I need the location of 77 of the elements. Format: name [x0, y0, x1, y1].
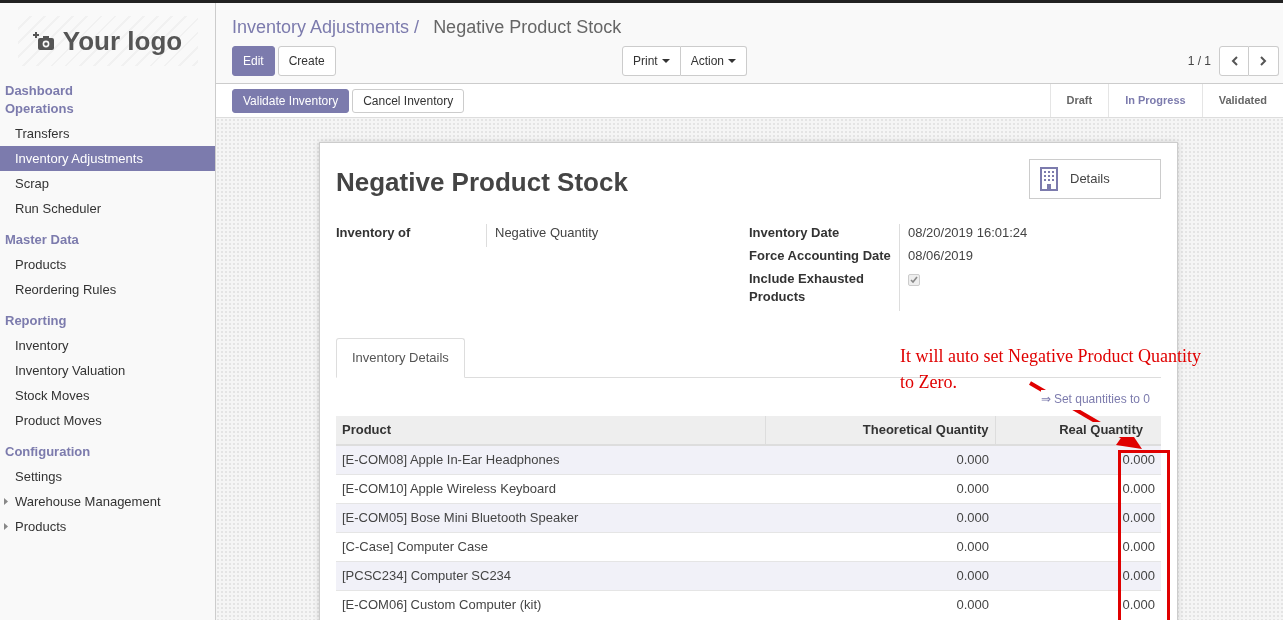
menu-section-header[interactable]: Operations	[0, 100, 215, 118]
table-cell: [E-COM06] Custom Computer (kit)	[336, 590, 765, 619]
menu-item[interactable]: Reordering Rules	[0, 277, 215, 302]
primary-button[interactable]: Validate Inventory	[232, 88, 350, 113]
details-button[interactable]: Details	[1029, 159, 1161, 199]
menu-item[interactable]: Inventory Adjustments	[0, 146, 215, 171]
dropdown-button[interactable]: Action	[680, 46, 748, 76]
breadcrumb-link[interactable]: Inventory Adjustments /	[232, 15, 420, 39]
status-stage[interactable]: Draft	[1049, 84, 1109, 117]
menu-item[interactable]: Transfers	[0, 121, 215, 146]
caret-icon	[661, 59, 670, 63]
table-row[interactable]: [C-Case] Computer Case 0.000 0.000	[336, 532, 1161, 561]
pager-counter: 1 / 1	[1187, 53, 1211, 70]
breadcrumb-current: Negative Product Stock	[433, 16, 622, 39]
table-cell: [E-COM10] Apple Wireless Keyboard	[336, 474, 765, 503]
table-cell: [PCSC234] Computer SC234	[336, 561, 765, 590]
table-cell: 0.000	[995, 503, 1161, 532]
table-cell: 0.000	[765, 474, 995, 503]
chevron-right-icon	[1260, 56, 1267, 66]
caret-icon	[4, 523, 8, 530]
menu-folder[interactable]: Warehouse Management	[0, 489, 215, 514]
field-value: 08/20/2019 16:01:24	[908, 225, 1028, 240]
table-cell: [E-COM05] Bose Mini Bluetooth Speaker	[336, 503, 765, 532]
menu-section-header[interactable]: Dashboard	[0, 82, 215, 100]
primary-button[interactable]: Edit	[232, 46, 275, 76]
set-quantities-link[interactable]: ⇒ Set quantities to 0	[1040, 390, 1150, 410]
table-cell: 0.000	[995, 561, 1161, 590]
menu-item[interactable]: Scrap	[0, 171, 215, 196]
column-header[interactable]: Theoretical Quantity	[765, 416, 995, 445]
table-cell: 0.000	[765, 590, 995, 619]
table-cell: 0.000	[995, 590, 1161, 619]
status-stage[interactable]: Validated	[1201, 84, 1283, 117]
menu-item[interactable]: Stock Moves	[0, 383, 215, 408]
field-label: Inventory of	[336, 224, 412, 242]
check-icon	[910, 276, 918, 284]
table-cell: 0.000	[765, 445, 995, 474]
table-cell: 0.000	[995, 445, 1161, 474]
menu-item[interactable]: Run Scheduler	[0, 196, 215, 221]
field-value: Negative Quantity	[495, 225, 599, 240]
menu-item[interactable]: Inventory	[0, 333, 215, 358]
menu-item[interactable]: Product Moves	[0, 408, 215, 433]
building-icon	[1040, 167, 1058, 191]
menu-section-header[interactable]: Reporting	[0, 312, 215, 330]
record-title: Negative Product Stock	[336, 166, 628, 199]
field-value: 08/06/2019	[908, 248, 974, 263]
status-stage[interactable]: In Progress	[1108, 84, 1202, 117]
dropdown-button[interactable]: Print	[622, 46, 681, 76]
table-row[interactable]: [E-COM08] Apple In-Ear Headphones 0.000 0.000	[336, 445, 1161, 474]
menu-item[interactable]: Settings	[0, 464, 215, 489]
tab[interactable]: Inventory Details	[336, 338, 465, 378]
table-cell: 0.000	[995, 532, 1161, 561]
table-cell: 0.000	[765, 532, 995, 561]
next-button[interactable]	[1249, 46, 1279, 76]
table-cell: 0.000	[995, 474, 1161, 503]
menu-item[interactable]: Inventory Valuation	[0, 358, 215, 383]
field-label: Include Exhausted Products	[749, 270, 865, 306]
checkbox[interactable]	[908, 274, 920, 286]
table-cell: 0.000	[765, 503, 995, 532]
menu-folder[interactable]: Products	[0, 514, 215, 539]
previous-button[interactable]	[1219, 46, 1249, 76]
field-label: Inventory Date	[749, 224, 841, 242]
logo-text: Your logo	[62, 24, 183, 58]
table-row[interactable]: [E-COM10] Apple Wireless Keyboard 0.000 0.000	[336, 474, 1161, 503]
chevron-left-icon	[1230, 56, 1238, 66]
table-cell: [C-Case] Computer Case	[336, 532, 765, 561]
field-label: Force Accounting Date	[749, 247, 892, 265]
menu-item[interactable]: Products	[0, 252, 215, 277]
secondary-button[interactable]: Cancel Inventory	[352, 88, 465, 113]
secondary-button[interactable]: Create	[277, 46, 336, 76]
camera-icon	[32, 31, 55, 51]
column-header[interactable]: Product	[336, 416, 765, 445]
table-cell: 0.000	[765, 561, 995, 590]
caret-icon	[4, 498, 8, 505]
menu-section-header[interactable]: Configuration	[0, 443, 215, 461]
table-cell: [E-COM08] Apple In-Ear Headphones	[336, 445, 765, 474]
menu-section-header[interactable]: Master Data	[0, 231, 215, 249]
caret-icon	[728, 59, 737, 63]
